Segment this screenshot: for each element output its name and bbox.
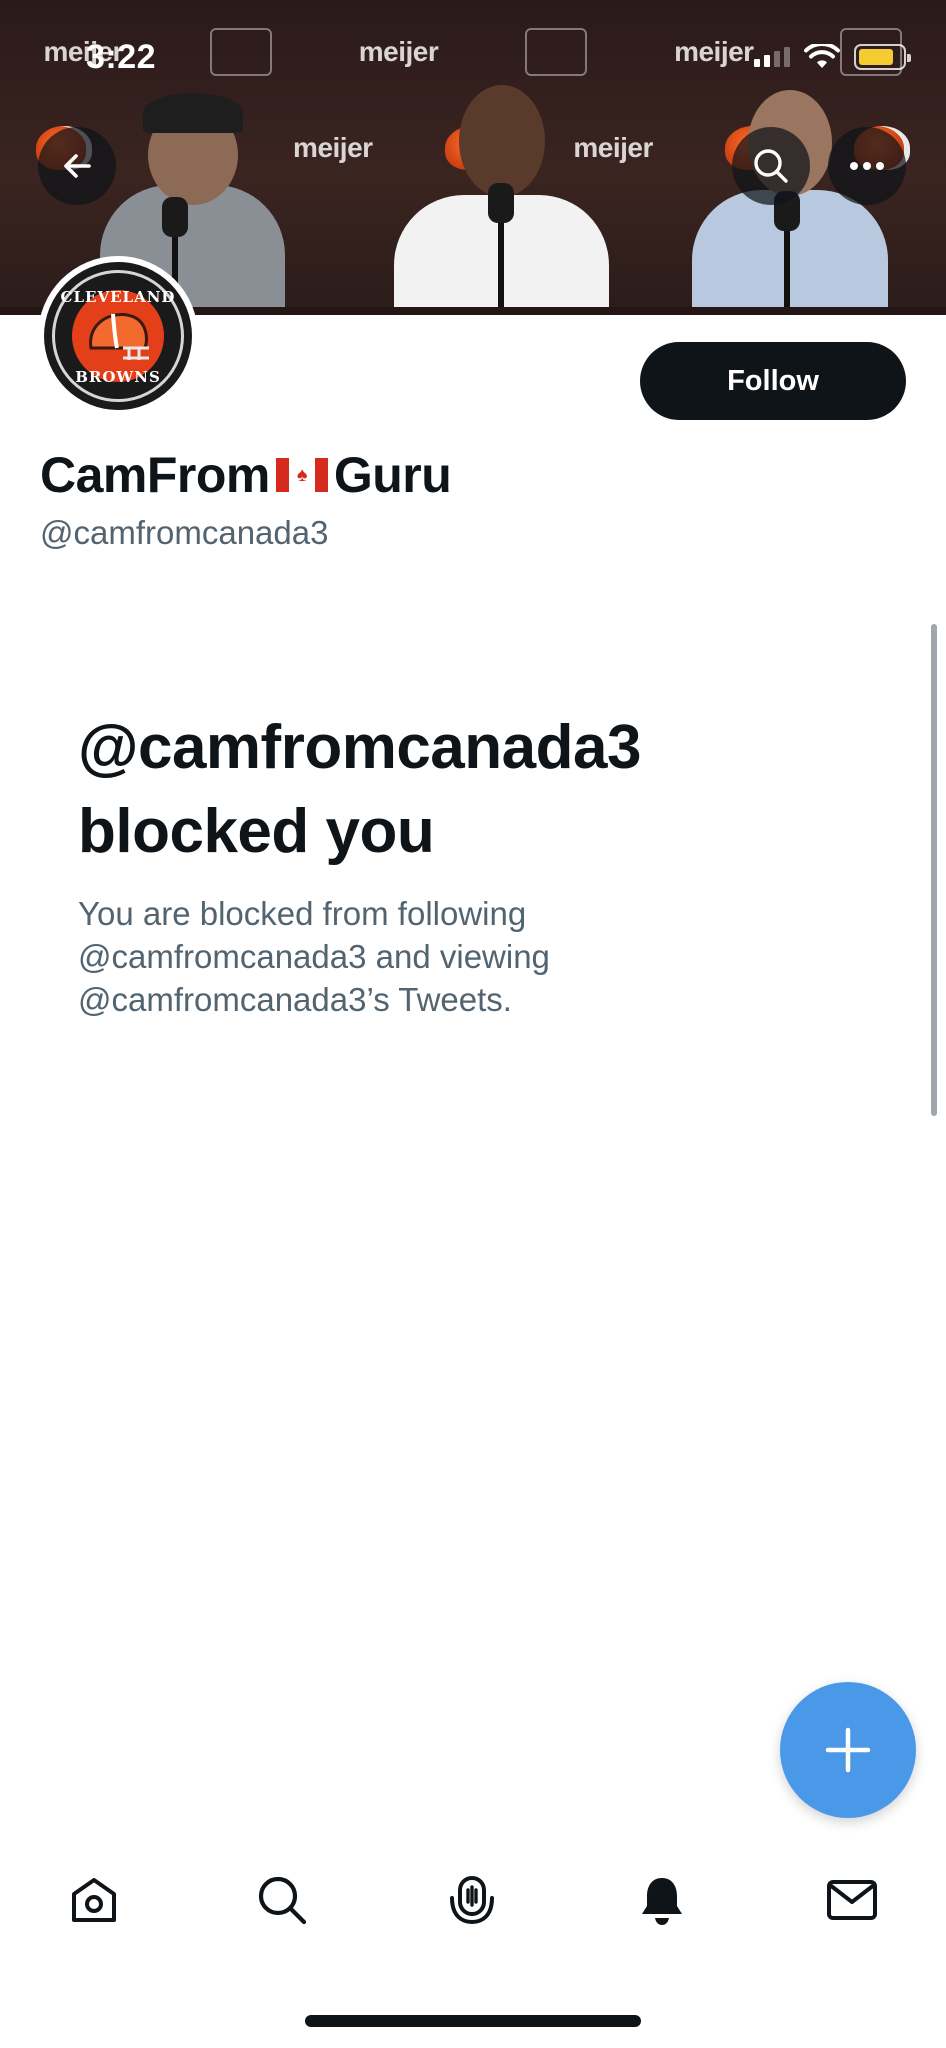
compose-tweet-button[interactable]: [780, 1682, 916, 1818]
bell-icon: [642, 1878, 682, 1925]
canada-flag-icon: ♠: [275, 458, 328, 492]
back-button[interactable]: [38, 127, 116, 205]
tab-spaces[interactable]: [432, 1860, 512, 1940]
sponsor-wordmark: meijer: [573, 132, 653, 163]
tab-messages[interactable]: [812, 1860, 892, 1940]
plus-icon: [825, 1727, 871, 1773]
avatar[interactable]: CLEVELAND BROWNS: [38, 256, 198, 416]
sponsor-wordmark: meijer: [358, 36, 439, 67]
microphone: [774, 191, 800, 315]
cellular-signal-icon: [754, 47, 790, 67]
sponsor-logo: [209, 28, 272, 76]
tab-explore[interactable]: [242, 1860, 322, 1940]
search-icon: [754, 149, 788, 183]
status-time: 3:22: [86, 38, 157, 76]
bottom-tab-bar: [0, 1860, 946, 1960]
sponsor-wordmark: meijer: [674, 36, 754, 67]
home-indicator: [305, 2015, 641, 2027]
blocked-description: You are blocked from following @camfromc…: [78, 895, 550, 1018]
wifi-icon: [804, 44, 840, 68]
home-icon: [72, 1878, 116, 1922]
sponsor-logo: [525, 28, 588, 76]
battery-level: [859, 49, 893, 65]
status-icons: [754, 44, 911, 70]
tab-home[interactable]: [54, 1860, 134, 1940]
tab-notifications[interactable]: [622, 1860, 702, 1940]
more-horizontal-icon: [850, 162, 884, 170]
search-icon: [258, 1876, 307, 1925]
more-button[interactable]: [828, 127, 906, 205]
scroll-indicator[interactable]: [931, 624, 937, 1116]
sponsor-wordmark: meijer: [293, 132, 373, 163]
blocked-title: @camfromcanada3 blocked you: [78, 713, 641, 866]
avatar-text-bottom: BROWNS: [75, 368, 161, 386]
profile-handle: @camfromcanada3: [40, 514, 329, 551]
search-button[interactable]: [732, 127, 810, 205]
avatar-image: CLEVELAND BROWNS: [44, 262, 192, 410]
battery-icon: [854, 44, 911, 70]
avatar-text-top: CLEVELAND: [60, 288, 176, 306]
microphone: [488, 183, 514, 315]
display-name-part: CamFrom: [40, 447, 270, 503]
mail-icon: [827, 1880, 877, 1920]
spaces-icon: [450, 1876, 494, 1925]
arrow-left-icon: [64, 154, 91, 178]
display-name: CamFrom ♠ Guru: [40, 446, 452, 504]
display-name-part: Guru: [333, 447, 452, 503]
follow-button[interactable]: Follow: [640, 342, 906, 420]
